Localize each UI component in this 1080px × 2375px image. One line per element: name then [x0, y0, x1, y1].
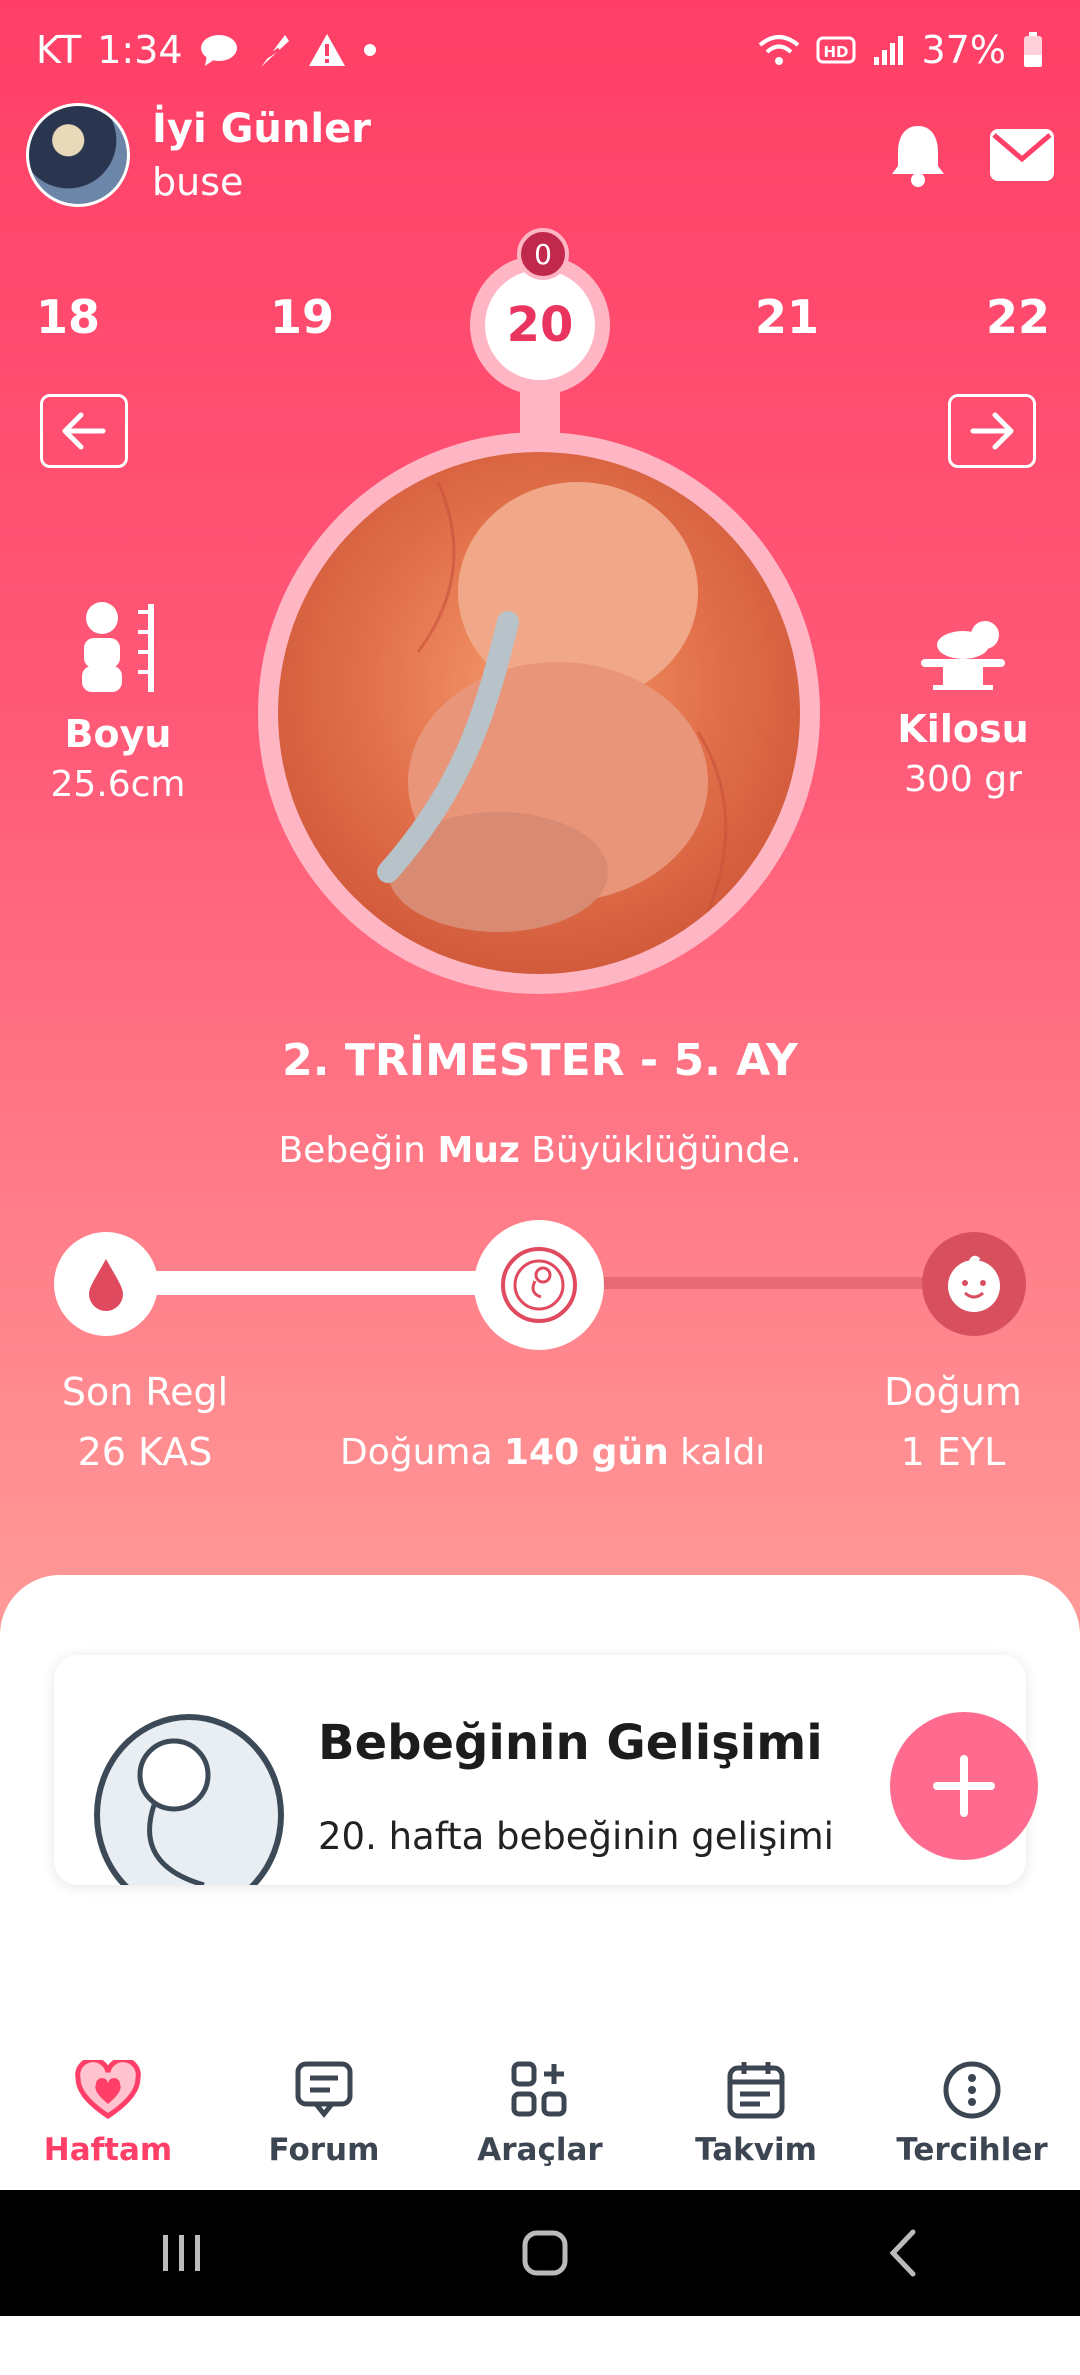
period-date: Son Regl 26 KAS: [50, 1370, 240, 1474]
week-current-label: 20: [485, 270, 595, 380]
week-item[interactable]: 18: [36, 290, 100, 344]
battery-percent: 37%: [921, 28, 1006, 72]
birth-label: Doğum: [884, 1370, 1022, 1414]
pregnancy-progress: [54, 1220, 1026, 1360]
warning-icon: [308, 34, 345, 66]
birth-value: 1 EYL: [900, 1430, 1006, 1474]
birth-date: Doğum 1 EYL: [868, 1370, 1038, 1474]
week-badge: 0: [517, 228, 569, 280]
wifi-icon: [758, 35, 799, 65]
week-item[interactable]: 21: [755, 290, 819, 344]
bottom-navigation: Haftam Forum Araçlar Takvim Tercihler: [0, 2040, 1080, 2190]
nav-tercihler[interactable]: Tercihler: [867, 2040, 1077, 2168]
period-label: Son Regl: [61, 1370, 229, 1414]
nav-haftam[interactable]: Haftam: [3, 2040, 213, 2168]
mail-icon[interactable]: [988, 127, 1056, 183]
current-node: [474, 1220, 604, 1350]
size-text-post: Büyüklüğünde.: [519, 1130, 802, 1171]
status-bar: KT 1:34 HD 37%: [0, 0, 1080, 100]
card-title: Bebeğinin Gelişimi: [318, 1715, 823, 1771]
baby-development-card[interactable]: Bebeğinin Gelişimi 20. hafta bebeğinin g…: [54, 1655, 1026, 1885]
plus-icon: [933, 1755, 995, 1817]
birth-node: [922, 1232, 1026, 1336]
heart-icon: [75, 2057, 141, 2120]
period-value: 26 KAS: [77, 1430, 213, 1474]
card-text: 20. hafta bebeğinin gelişimi: [318, 1815, 834, 1858]
weight-label: Kilosu: [897, 707, 1029, 751]
nav-forum[interactable]: Forum: [219, 2040, 429, 2168]
baby-face-icon: [948, 1255, 1000, 1312]
recent-apps-icon[interactable]: [157, 2231, 207, 2275]
days-remaining: Doğuma 140 gün kaldı: [340, 1432, 765, 1473]
nav-takvim[interactable]: Takvim: [651, 2040, 861, 2168]
period-node: [54, 1232, 158, 1336]
tools-icon: [511, 2061, 567, 2117]
baby-ruler-icon: [82, 602, 154, 692]
system-navigation: [0, 2190, 1080, 2316]
greeting-text: İyi Günler: [152, 106, 371, 152]
more-icon: [943, 2061, 1001, 2119]
remaining-days: 140 gün: [504, 1432, 669, 1473]
bell-icon[interactable]: [888, 122, 948, 188]
baby-scale-icon: [921, 621, 1005, 690]
fetus-image-frame: [258, 432, 820, 994]
feather-icon: [260, 35, 289, 67]
size-comparison: Bebeğin Muz Büyüklüğünde.: [0, 1130, 1080, 1171]
nav-label: Takvim: [695, 2132, 817, 2168]
trimester-title: 2. TRİMESTER - 5. AY: [282, 1035, 798, 1086]
arrow-right-icon: [970, 412, 1014, 450]
svg-text:HD: HD: [823, 43, 848, 61]
hd-icon: HD: [816, 36, 856, 64]
week-item[interactable]: 22: [986, 290, 1050, 344]
size-text-pre: Bebeğin: [278, 1130, 438, 1171]
blood-drop-icon: [89, 1259, 123, 1311]
prev-week-button[interactable]: [40, 394, 128, 468]
nav-label: Haftam: [43, 2132, 173, 2168]
fetus-circle-icon: [501, 1247, 577, 1323]
carrier-label: KT: [36, 28, 82, 72]
next-week-button[interactable]: [948, 394, 1036, 468]
progress-track-remaining: [594, 1277, 974, 1289]
nav-label: Araçlar: [477, 2132, 603, 2168]
week-item[interactable]: 19: [270, 290, 334, 344]
avatar[interactable]: [26, 103, 130, 207]
remaining-post: kaldı: [668, 1432, 766, 1473]
nav-araclar[interactable]: Araçlar: [435, 2040, 645, 2168]
height-value: 25.6cm: [50, 764, 186, 805]
header: İyi Günler buse: [26, 100, 1056, 210]
height-metric: Boyu 25.6cm: [30, 600, 206, 805]
username: buse: [152, 160, 244, 204]
fetus-image: [278, 452, 800, 974]
signal-icon: [873, 36, 903, 65]
clock: 1:34: [97, 28, 183, 72]
fetus-outline-icon: [94, 1714, 284, 1885]
weight-value: 300 gr: [904, 759, 1022, 800]
home-icon[interactable]: [520, 2228, 570, 2278]
remaining-pre: Doğuma: [340, 1432, 504, 1473]
arrow-left-icon: [62, 412, 106, 450]
battery-icon: [1024, 32, 1042, 67]
nav-label: Forum: [268, 2132, 380, 2168]
height-label: Boyu: [64, 712, 172, 756]
greeting-block: İyi Günler buse: [152, 106, 371, 204]
size-fruit: Muz: [437, 1130, 520, 1171]
calendar-icon: [727, 2062, 785, 2119]
add-fab-button[interactable]: [890, 1712, 1038, 1860]
back-icon[interactable]: [883, 2228, 923, 2278]
chat-icon: [295, 2061, 353, 2119]
weight-metric: Kilosu 300 gr: [880, 605, 1046, 800]
notification-dot-icon: [363, 44, 376, 56]
messenger-icon: [200, 35, 237, 66]
nav-label: Tercihler: [896, 2132, 1048, 2168]
